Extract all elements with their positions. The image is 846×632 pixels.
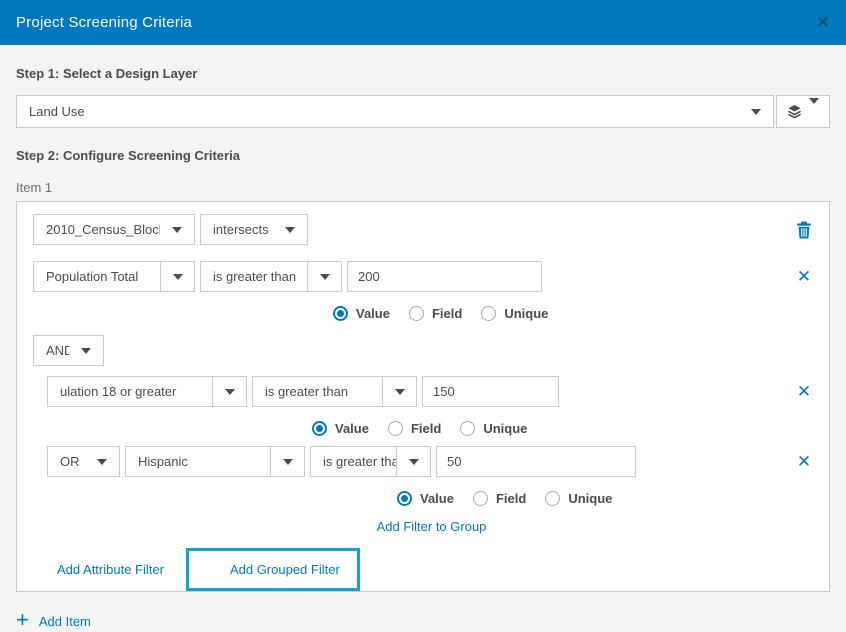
close-icon: ✕ xyxy=(797,383,811,400)
attribute-filter-row-1: Population Total is greater than ✕ xyxy=(33,261,816,292)
radio-unique[interactable]: Unique xyxy=(481,306,548,321)
chevron-down-icon xyxy=(809,104,819,119)
gfilter1-field-select[interactable]: ulation 18 or greater xyxy=(47,376,247,407)
chevron-down-icon xyxy=(307,262,341,291)
radio-selected-icon xyxy=(333,306,348,321)
radio-unselected-icon xyxy=(545,491,560,506)
gfilter1-value-input[interactable] xyxy=(422,376,559,407)
radio-unique[interactable]: Unique xyxy=(545,491,612,506)
layer-options-button[interactable] xyxy=(776,95,830,128)
add-grouped-filter-highlight: Add Grouped Filter xyxy=(186,548,360,591)
gfilter2-operator-select[interactable]: is greater than xyxy=(310,446,431,477)
radio-value[interactable]: Value xyxy=(333,306,390,321)
radio-unselected-icon xyxy=(473,491,488,506)
item-label: Item 1 xyxy=(16,180,830,195)
radio-field[interactable]: Field xyxy=(388,421,441,436)
radio-selected-icon xyxy=(397,491,412,506)
design-layer-value: Land Use xyxy=(17,104,739,119)
close-icon: ✕ xyxy=(797,453,811,470)
chevron-down-icon xyxy=(160,262,194,291)
radio-unselected-icon xyxy=(481,306,496,321)
gfilter2-join-value: OR xyxy=(48,454,85,469)
chevron-down-icon xyxy=(396,447,430,476)
layers-icon xyxy=(787,104,802,119)
radio-value[interactable]: Value xyxy=(397,491,454,506)
gfilter2-operator-value: is greater than xyxy=(311,454,396,469)
filter1-field-select[interactable]: Population Total xyxy=(33,261,195,292)
add-grouped-filter-link[interactable]: Add Grouped Filter xyxy=(230,562,340,577)
add-item-button[interactable]: + Add Item xyxy=(16,611,91,631)
remove-gfilter1-button[interactable]: ✕ xyxy=(792,380,816,404)
group-join-value: AND xyxy=(34,343,69,358)
chevron-down-icon xyxy=(160,215,194,244)
group-join-row: AND xyxy=(33,335,816,366)
radio-value[interactable]: Value xyxy=(312,421,369,436)
gfilter1-value-type: Value Field Unique xyxy=(312,420,816,436)
screening-item-panel: 2010_Census_Blocks intersects xyxy=(16,201,830,592)
chevron-down-icon xyxy=(85,447,119,476)
radio-unique[interactable]: Unique xyxy=(460,421,527,436)
add-attribute-filter-link[interactable]: Add Attribute Filter xyxy=(57,562,164,577)
chevron-down-icon xyxy=(270,447,304,476)
chevron-down-icon xyxy=(382,377,416,406)
add-item-label: Add Item xyxy=(39,614,91,629)
grouped-filter-container: ulation 18 or greater is greater than ✕ … xyxy=(47,376,816,536)
census-layer-select[interactable]: 2010_Census_Blocks xyxy=(33,214,195,245)
gfilter1-field-value: ulation 18 or greater xyxy=(48,384,212,399)
radio-unselected-icon xyxy=(460,421,475,436)
chevron-down-icon xyxy=(273,215,307,244)
design-layer-select[interactable]: Land Use xyxy=(16,95,774,128)
chevron-down-icon xyxy=(212,377,246,406)
gfilter2-field-select[interactable]: Hispanic xyxy=(125,446,305,477)
radio-unselected-icon xyxy=(409,306,424,321)
group-filter-row-2: OR Hispanic is greater than ✕ xyxy=(47,446,816,477)
gfilter2-join-select[interactable]: OR xyxy=(47,446,120,477)
filter1-field-value: Population Total xyxy=(34,269,160,284)
close-icon: ✕ xyxy=(797,268,811,285)
dialog-header: Project Screening Criteria ✕ xyxy=(0,0,846,45)
radio-selected-icon xyxy=(312,421,327,436)
group-join-select[interactable]: AND xyxy=(33,335,104,366)
spatial-operator-value: intersects xyxy=(201,222,273,237)
design-layer-row: Land Use xyxy=(16,95,830,128)
close-icon[interactable]: ✕ xyxy=(816,14,830,31)
gfilter1-operator-value: is greater than xyxy=(253,384,382,399)
filter1-value-type: Value Field Unique xyxy=(333,305,816,321)
radio-field[interactable]: Field xyxy=(473,491,526,506)
plus-icon: + xyxy=(16,609,29,631)
delete-item-button[interactable] xyxy=(792,218,816,242)
panel-bottom-links: Add Attribute Filter Add Grouped Filter xyxy=(33,548,816,591)
remove-gfilter2-button[interactable]: ✕ xyxy=(792,450,816,474)
chevron-down-icon xyxy=(739,96,773,127)
trash-icon xyxy=(796,221,812,239)
gfilter2-field-value: Hispanic xyxy=(126,454,270,469)
group-filter-row-1: ulation 18 or greater is greater than ✕ xyxy=(47,376,816,407)
filter1-operator-value: is greater than xyxy=(201,269,307,284)
radio-field[interactable]: Field xyxy=(409,306,462,321)
remove-filter1-button[interactable]: ✕ xyxy=(792,265,816,289)
add-filter-to-group-link[interactable]: Add Filter to Group xyxy=(377,519,487,534)
gfilter1-operator-select[interactable]: is greater than xyxy=(252,376,417,407)
radio-unselected-icon xyxy=(388,421,403,436)
spatial-filter-row: 2010_Census_Blocks intersects xyxy=(33,214,816,245)
step1-label: Step 1: Select a Design Layer xyxy=(16,66,830,81)
step2-label: Step 2: Configure Screening Criteria xyxy=(16,148,830,163)
census-layer-value: 2010_Census_Blocks xyxy=(34,222,160,237)
spatial-operator-select[interactable]: intersects xyxy=(200,214,308,245)
filter1-operator-select[interactable]: is greater than xyxy=(200,261,342,292)
gfilter2-value-type: Value Field Unique xyxy=(397,490,816,506)
filter1-value-input[interactable] xyxy=(347,261,542,292)
dialog-title: Project Screening Criteria xyxy=(16,14,192,31)
chevron-down-icon xyxy=(69,336,103,365)
gfilter2-value-input[interactable] xyxy=(436,446,636,477)
